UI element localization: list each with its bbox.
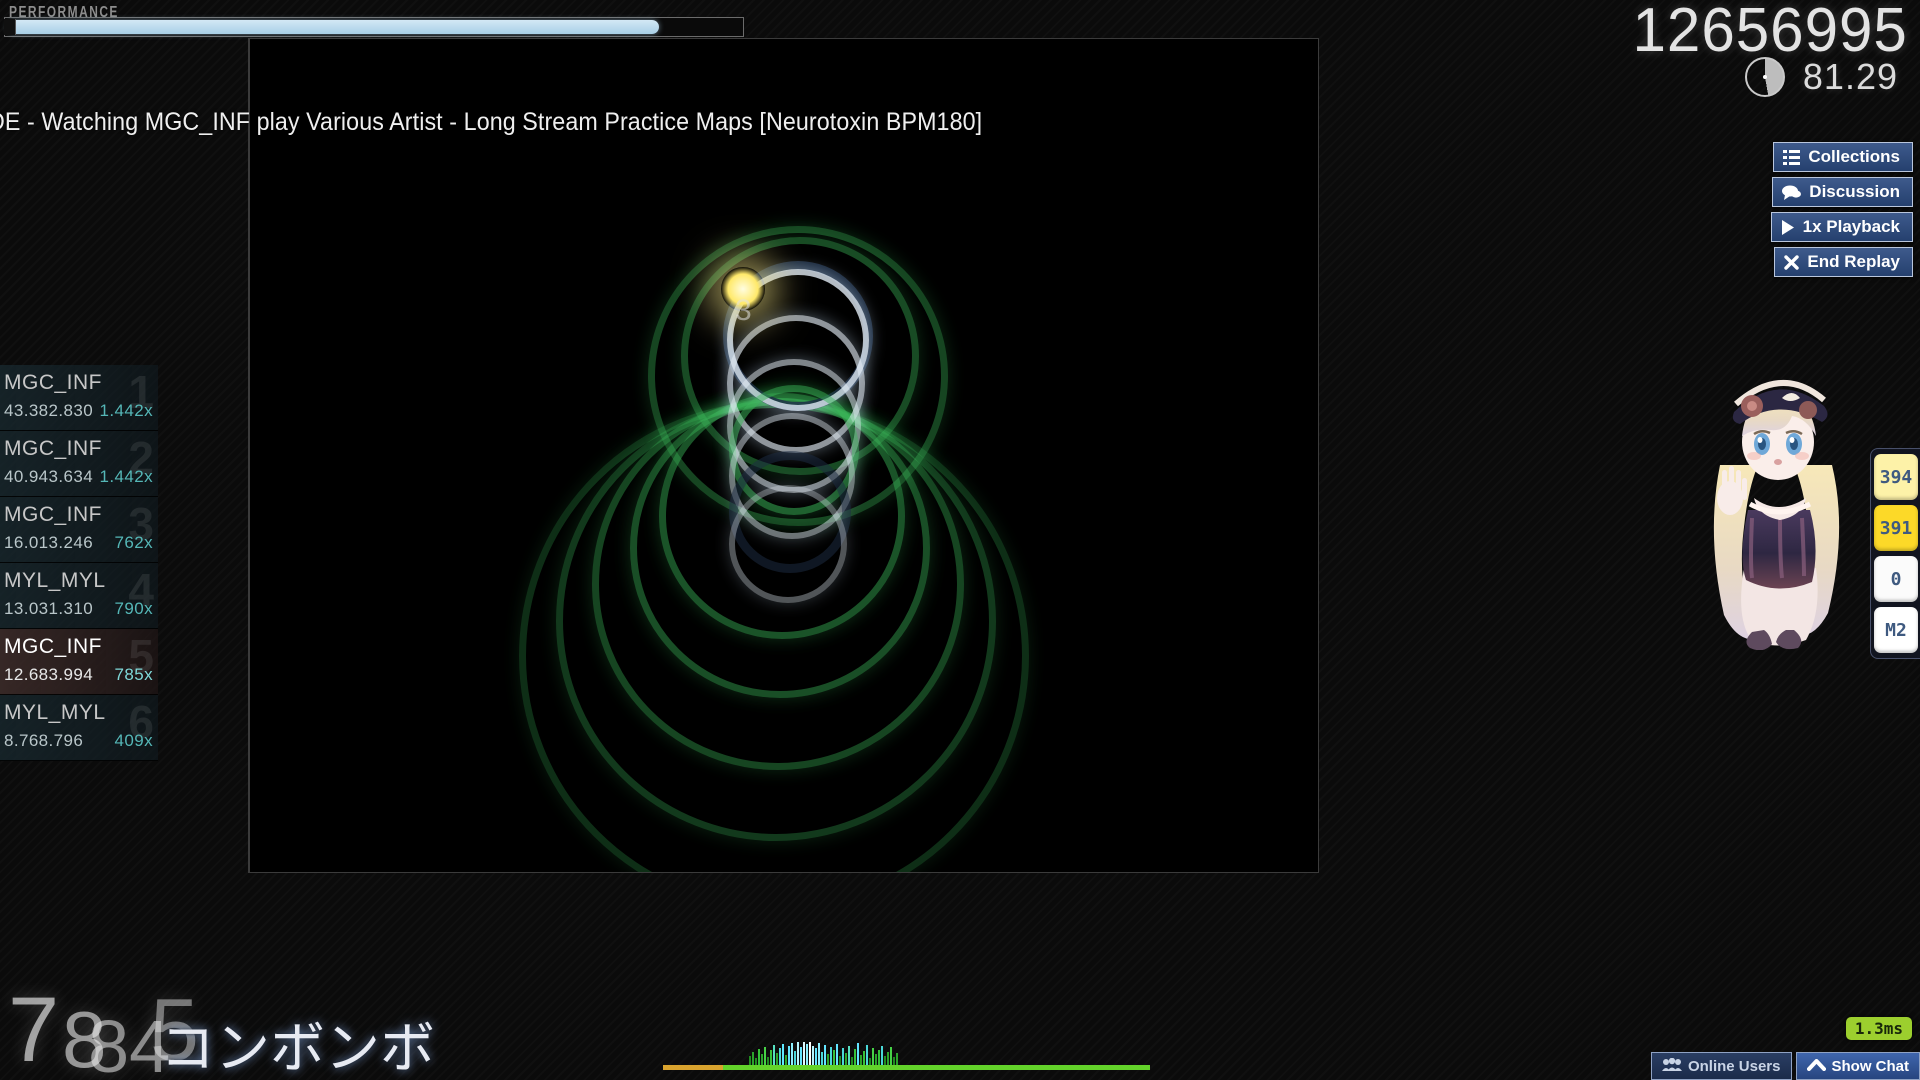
end-replay-label: End Replay bbox=[1807, 252, 1900, 271]
discussion-button[interactable]: Discussion bbox=[1772, 177, 1913, 207]
key-counter-m1: 0 bbox=[1874, 556, 1918, 602]
latency-badge: 1.3ms bbox=[1845, 1017, 1912, 1040]
strain-graph bbox=[663, 1042, 1150, 1066]
replay-controls: Collections Discussion 1x Playback End R… bbox=[1770, 142, 1913, 277]
people-icon bbox=[1661, 1057, 1682, 1075]
song-progress-bar[interactable] bbox=[663, 1065, 1150, 1070]
scoreboard-player-name: MYL_MYL bbox=[4, 569, 106, 592]
collections-label: Collections bbox=[1808, 147, 1900, 166]
scoreboard-score: 43.382.830 bbox=[4, 401, 94, 420]
key-counter-k2: 391 bbox=[1874, 505, 1918, 551]
online-users-button[interactable]: Online Users bbox=[1650, 1052, 1792, 1080]
key-counter-m2: M2 bbox=[1874, 607, 1918, 653]
show-chat-button[interactable]: Show Chat bbox=[1795, 1052, 1920, 1080]
bottom-toolbar: Online Users Show Chat bbox=[1650, 1052, 1920, 1080]
playback-speed-button[interactable]: 1x Playback bbox=[1770, 212, 1913, 242]
scoreboard-score: 12.683.994 bbox=[4, 665, 94, 684]
scoreboard-row-active[interactable]: MGC_INF 5 12.683.994 785x bbox=[0, 629, 158, 695]
scoreboard-row[interactable]: MYL_MYL 4 13.031.310 790x bbox=[0, 563, 158, 629]
score-display: 12656995 bbox=[1632, 0, 1908, 65]
scoreboard-combo: 1.442x bbox=[99, 467, 153, 486]
skin-character-art bbox=[1713, 379, 1840, 650]
end-replay-button[interactable]: End Replay bbox=[1774, 247, 1913, 277]
combo-digit-ghost: 7 bbox=[8, 979, 60, 1080]
collections-button[interactable]: Collections bbox=[1773, 142, 1913, 172]
scoreboard-combo: 1.442x bbox=[99, 401, 153, 420]
close-x-icon bbox=[1784, 254, 1800, 270]
scoreboard-combo: 762x bbox=[114, 533, 153, 552]
scoreboard: MGC_INF 1 43.382.830 1.442x MGC_INF 2 40… bbox=[0, 365, 158, 761]
key-counter-k1: 394 bbox=[1874, 454, 1918, 500]
speech-bubble-icon bbox=[1782, 185, 1802, 200]
scoreboard-score: 40.943.634 bbox=[4, 467, 94, 486]
scoreboard-row[interactable]: MGC_INF 2 40.943.634 1.442x bbox=[0, 431, 158, 497]
scoreboard-score: 8.768.796 bbox=[4, 731, 84, 750]
scoreboard-row[interactable]: MYL_MYL 6 8.768.796 409x bbox=[0, 695, 158, 761]
scoreboard-score: 13.031.310 bbox=[4, 599, 94, 618]
scoreboard-combo: 409x bbox=[114, 731, 153, 750]
health-bar bbox=[4, 17, 744, 37]
accuracy-display: 81.29 bbox=[1744, 56, 1898, 98]
scoreboard-score: 16.013.246 bbox=[4, 533, 94, 552]
scoreboard-combo: 785x bbox=[114, 665, 153, 684]
scoreboard-player-name: MYL_MYL bbox=[4, 701, 106, 724]
scoreboard-player-name: MGC_INF bbox=[4, 437, 102, 460]
combo-label-japanese: コンボンボ bbox=[160, 1016, 436, 1080]
now-playing-title: DE - Watching MGC_INF play Various Artis… bbox=[0, 108, 983, 136]
scoreboard-player-name: MGC_INF bbox=[4, 635, 102, 658]
hit-circle-overlay bbox=[729, 484, 847, 603]
scoreboard-row[interactable]: MGC_INF 3 16.013.246 762x bbox=[0, 497, 158, 563]
playback-speed-label: 1x Playback bbox=[1802, 217, 1900, 236]
scoreboard-combo: 790x bbox=[114, 599, 153, 618]
scoreboard-player-name: MGC_INF bbox=[4, 503, 102, 526]
hit-circle-combo-number: 3 bbox=[735, 294, 752, 327]
discussion-label: Discussion bbox=[1809, 182, 1900, 201]
song-progress-remaining bbox=[723, 1065, 1150, 1070]
show-chat-label: Show Chat bbox=[1831, 1057, 1910, 1075]
playfield[interactable]: 3 bbox=[249, 38, 1319, 873]
health-bar-notch bbox=[4, 19, 16, 35]
chevron-up-icon bbox=[1806, 1058, 1826, 1075]
scoreboard-row[interactable]: MGC_INF 1 43.382.830 1.442x bbox=[0, 365, 158, 431]
scoreboard-player-name: MGC_INF bbox=[4, 371, 102, 394]
play-icon bbox=[1781, 219, 1795, 235]
list-icon bbox=[1783, 149, 1801, 165]
key-counter: 394 391 0 M2 bbox=[1870, 448, 1920, 659]
accuracy-value: 81.29 bbox=[1802, 56, 1898, 97]
health-bar-fill bbox=[7, 20, 659, 34]
online-users-label: Online Users bbox=[1687, 1057, 1781, 1075]
song-progress-elapsed bbox=[663, 1065, 723, 1070]
pie-chart-icon bbox=[1744, 57, 1785, 97]
